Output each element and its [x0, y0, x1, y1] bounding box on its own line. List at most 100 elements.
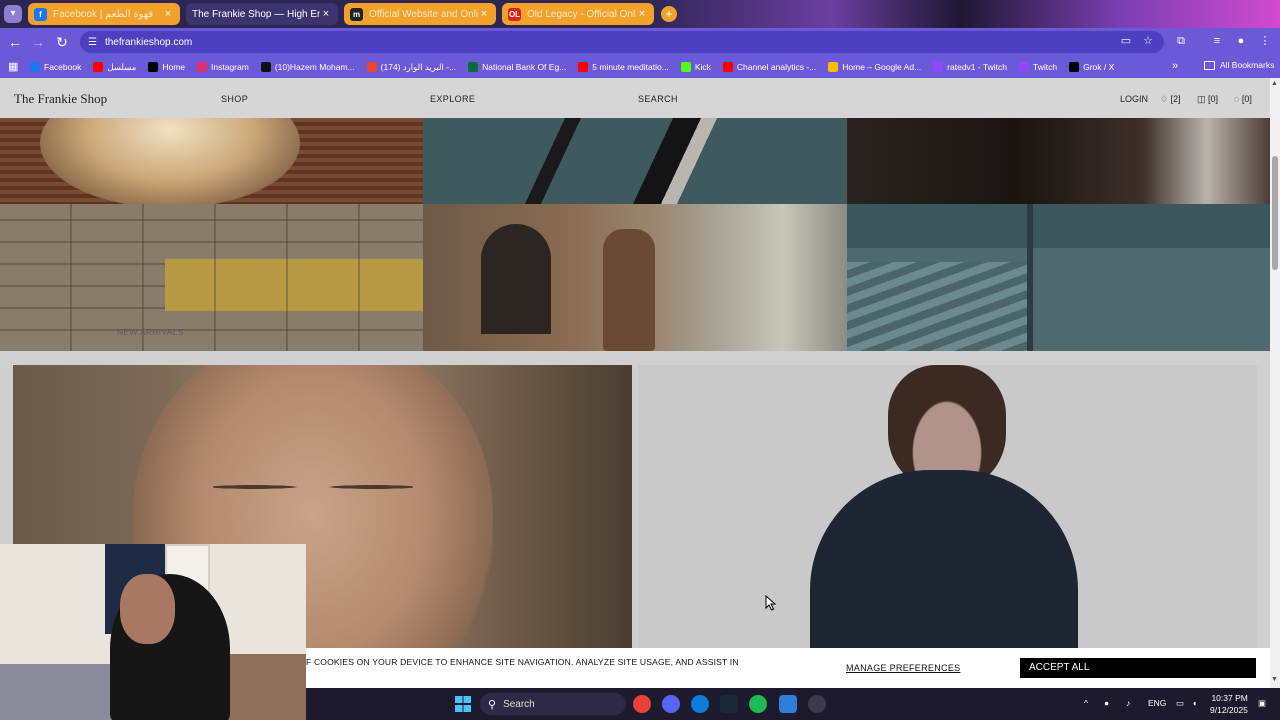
bookmark-star-icon[interactable]: ☆: [1140, 33, 1156, 49]
spotify-icon[interactable]: [749, 695, 767, 713]
close-icon[interactable]: ×: [320, 8, 332, 20]
nav-search[interactable]: SEARCH: [638, 94, 678, 104]
tab-title: Old Legacy - Official Online Store: [527, 8, 636, 20]
close-icon[interactable]: ×: [478, 8, 490, 20]
reload-icon[interactable]: ↻: [53, 33, 71, 51]
saved-button[interactable]: ◫ [0]: [1197, 94, 1218, 105]
scroll-thumb[interactable]: [1272, 156, 1278, 270]
nav-explore[interactable]: EXPLORE: [430, 94, 475, 104]
app-icon[interactable]: [779, 695, 797, 713]
close-icon[interactable]: ×: [636, 8, 648, 20]
tab-frankie-shop[interactable]: The Frankie Shop — High End Fashion ×: [186, 3, 338, 25]
chrome-icon[interactable]: [633, 695, 651, 713]
browser-toolbar: ← → ↻ ☰ thefrankieshop.com ▭ ☆ ⧉ ≡ ● ⋮: [0, 28, 1280, 56]
scroll-up-icon[interactable]: ▲: [1271, 80, 1278, 87]
site-logo[interactable]: The Frankie Shop: [14, 91, 107, 107]
extensions-icon[interactable]: ⧉: [1173, 33, 1189, 49]
bookmark-item[interactable]: Channel analytics -...: [722, 62, 816, 72]
bookmarks-bar: ▦ Facebook مسلسل Home Instagram (10)Haze…: [0, 56, 1280, 78]
tab-facebook[interactable]: f Facebook | قهوة الطعم ×: [28, 3, 180, 25]
tiktok-icon: [260, 62, 271, 72]
language-indicator[interactable]: ENG: [1148, 698, 1166, 708]
forward-arrow-icon[interactable]: →: [29, 33, 47, 51]
accept-all-button[interactable]: ACCEPT ALL: [1020, 658, 1256, 678]
page-scrollbar[interactable]: ▲ ▼: [1270, 78, 1280, 688]
tab-old-legacy[interactable]: OL Old Legacy - Official Online Store ×: [502, 3, 654, 25]
bank-icon: [468, 62, 479, 72]
editorial-image-dark[interactable]: [847, 118, 1270, 204]
bookmark-item[interactable]: (10)Hazem Moham...: [260, 62, 355, 72]
bookmark-item[interactable]: (174) البريد الوارد -...: [366, 62, 456, 73]
close-icon[interactable]: ×: [162, 8, 174, 20]
bookmark-item[interactable]: Grok / X: [1069, 62, 1114, 72]
site-info-icon[interactable]: ☰: [88, 37, 97, 48]
volume-icon[interactable]: ◖: [1192, 698, 1197, 708]
editorial-image-stone-wall[interactable]: [0, 204, 423, 351]
wishlist-button[interactable]: ♢ [2]: [1160, 94, 1181, 105]
new-tab-button[interactable]: +: [661, 6, 677, 22]
old-legacy-icon: OL: [508, 7, 521, 21]
steam-icon[interactable]: [720, 695, 738, 713]
bookmark-item[interactable]: مسلسل: [93, 62, 136, 73]
nav-shop[interactable]: SHOP: [221, 94, 248, 104]
tab-official-store[interactable]: m Official Website and Online Store ×: [344, 3, 496, 25]
bookmark-item[interactable]: 5 minute meditatio...: [578, 62, 669, 72]
site-favicon-icon: m: [350, 7, 363, 21]
editorial-image-roof[interactable]: [423, 118, 847, 204]
address-bar[interactable]: ☰ thefrankieshop.com: [80, 31, 1164, 53]
chevron-up-icon[interactable]: ^: [1084, 698, 1088, 708]
media-controls-icon[interactable]: ≡: [1209, 33, 1225, 49]
webcam-face: [120, 574, 175, 644]
login-link[interactable]: LOGIN: [1120, 94, 1148, 104]
youtube-icon: [578, 62, 589, 72]
bookmark-item[interactable]: Instagram: [197, 62, 249, 72]
editorial-image-street[interactable]: [423, 204, 847, 351]
windows-start-icon[interactable]: [455, 696, 471, 712]
bookmark-item[interactable]: Kick: [680, 62, 711, 72]
scroll-down-icon[interactable]: ▼: [1271, 676, 1278, 683]
apps-grid-icon[interactable]: ▦: [8, 61, 20, 73]
tab-title: Facebook | قهوة الطعم: [53, 8, 154, 20]
tab-search-dropdown-icon[interactable]: ▾: [4, 5, 22, 23]
bookmark-icon: ◫: [1197, 94, 1206, 104]
bookmark-item[interactable]: National Bank Of Eg...: [468, 62, 566, 72]
network-icon[interactable]: ▭: [1176, 698, 1184, 709]
tab-title: The Frankie Shop — High End Fashion: [192, 8, 320, 20]
taskbar-search[interactable]: ⚲ Search: [480, 693, 626, 715]
tab-strip: ▾ f Facebook | قهوة الطعم × The Frankie …: [0, 0, 1280, 28]
bookmark-item[interactable]: Home – Google Ad...: [828, 62, 921, 72]
edge-icon[interactable]: [691, 695, 709, 713]
windows-taskbar: ⚲ Search ^ ● ♪ ENG ▭ ◖ 10:37 PM 9/12/202…: [306, 688, 1280, 720]
microphone-icon[interactable]: ♪: [1126, 698, 1130, 708]
bookmark-item[interactable]: Twitch: [1019, 62, 1057, 72]
menu-kebab-icon[interactable]: ⋮: [1257, 33, 1273, 49]
manage-preferences-button[interactable]: MANAGE PREFERENCES: [846, 663, 960, 673]
install-app-icon[interactable]: ▭: [1118, 33, 1134, 49]
editorial-image-glass[interactable]: [847, 204, 1270, 351]
back-arrow-icon[interactable]: ←: [6, 33, 24, 51]
x-icon: [148, 62, 159, 72]
browser-theme-art: [640, 0, 1280, 28]
cart-button[interactable]: ◌ [0]: [1234, 94, 1252, 104]
mouse-cursor-icon: [765, 595, 777, 611]
editorial-image-hair[interactable]: [0, 118, 423, 204]
app-icon[interactable]: [808, 695, 826, 713]
notification-icon[interactable]: ▣: [1258, 698, 1266, 709]
bookmark-item[interactable]: Facebook: [30, 62, 81, 72]
google-ads-icon: [828, 62, 839, 72]
profile-avatar-icon[interactable]: ●: [1233, 33, 1249, 49]
youtube-icon: [722, 62, 733, 72]
product-image-man[interactable]: [638, 365, 1257, 688]
discord-icon[interactable]: [662, 695, 680, 713]
bookmark-item[interactable]: Home: [148, 62, 185, 72]
webcam-bed: [0, 664, 120, 720]
all-bookmarks-button[interactable]: All Bookmarks: [1204, 60, 1274, 70]
discord-tray-icon[interactable]: ●: [1104, 698, 1109, 708]
heart-icon: ♢: [1160, 94, 1169, 104]
bag-icon: ◌: [1234, 94, 1240, 104]
bookmarks-overflow-icon[interactable]: »: [1172, 60, 1178, 72]
site-header: The Frankie Shop SHOP EXPLORE SEARCH LOG…: [0, 78, 1270, 118]
bookmark-item[interactable]: ratedv1 - Twitch: [933, 62, 1007, 72]
new-arrivals-label[interactable]: NEW ARRIVALS: [117, 327, 184, 337]
system-clock[interactable]: 10:37 PM 9/12/2025: [1210, 692, 1248, 716]
